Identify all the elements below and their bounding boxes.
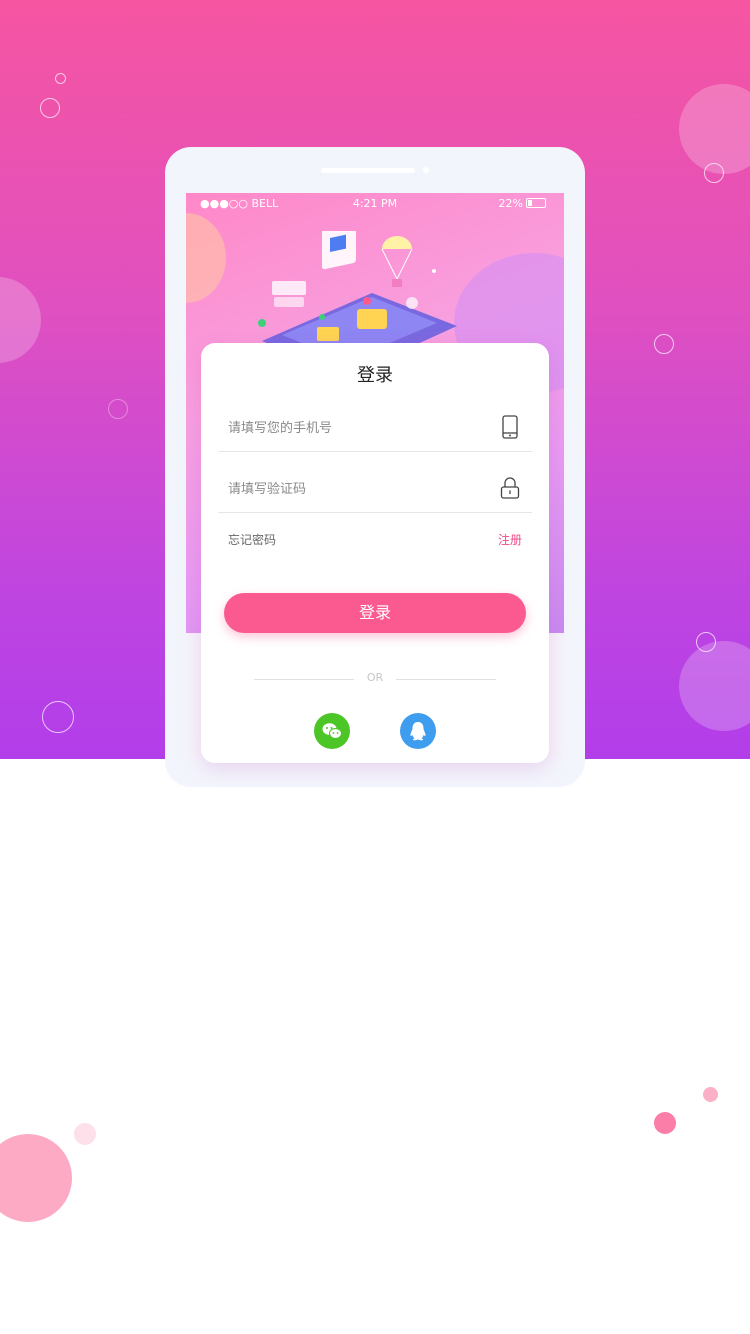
device-speaker xyxy=(321,168,415,173)
decor-bubble xyxy=(108,399,128,419)
battery-percent: 22% xyxy=(498,197,523,210)
status-bar: ●●●○○ BELL 4:21 PM 22% xyxy=(186,193,564,215)
decor-bubble xyxy=(0,277,41,363)
decor-bubble xyxy=(703,1087,718,1102)
phone-field xyxy=(218,405,532,452)
decor-bubble xyxy=(654,334,674,354)
lock-icon xyxy=(500,477,520,499)
decor-bubble xyxy=(42,701,74,733)
decor-bubble xyxy=(55,73,66,84)
or-divider: OR xyxy=(254,671,496,687)
divider-line-right xyxy=(396,679,496,680)
decor-bubble xyxy=(679,641,750,731)
login-button[interactable]: 登录 xyxy=(224,593,526,633)
register-link[interactable]: 注册 xyxy=(498,531,522,548)
decor-bubble xyxy=(679,84,750,174)
login-card: 登录 忘记密码 注册 登录 OR xyxy=(201,343,549,763)
battery-icon xyxy=(526,198,546,208)
qq-login-button[interactable] xyxy=(400,713,436,749)
forgot-password-link[interactable]: 忘记密码 xyxy=(228,531,276,548)
decor-bubble xyxy=(0,1134,72,1222)
phone-icon xyxy=(502,415,518,439)
decor-bubble xyxy=(704,163,724,183)
decor-bubble xyxy=(40,98,60,118)
battery-indicator: 22% xyxy=(499,193,546,215)
device-camera xyxy=(423,167,429,173)
or-label: OR xyxy=(366,671,384,684)
decor-bubble xyxy=(74,1123,96,1145)
code-input[interactable] xyxy=(228,476,478,502)
login-title: 登录 xyxy=(357,365,393,386)
code-field xyxy=(218,466,532,513)
phone-input[interactable] xyxy=(228,415,478,441)
wechat-login-button[interactable] xyxy=(314,713,350,749)
qq-icon xyxy=(410,722,426,741)
wechat-icon xyxy=(322,723,342,739)
shopping-illustration xyxy=(258,231,457,346)
decor-bubble xyxy=(654,1112,676,1134)
